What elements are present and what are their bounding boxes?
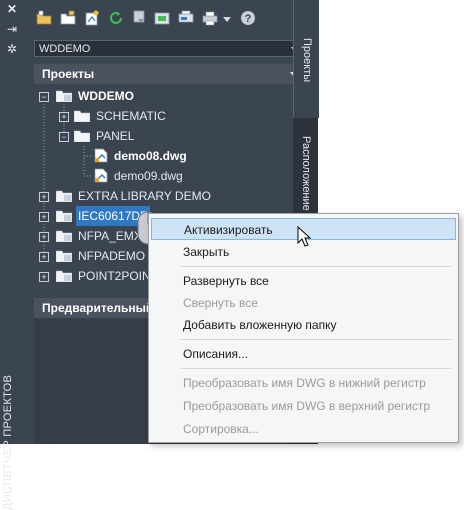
print-icon[interactable] <box>202 10 218 26</box>
tree-item-demo08[interactable]: demo08.dwg <box>34 146 294 166</box>
tree-item-wddemo[interactable]: − WDDEMO <box>34 86 294 106</box>
folder-open-icon <box>74 130 90 142</box>
drawing-file-icon <box>94 148 108 163</box>
expand-icon[interactable]: + <box>39 192 49 202</box>
menu-item-label: Добавить вложенную папку <box>183 318 337 332</box>
expand-icon[interactable]: + <box>39 252 49 262</box>
dropdown-icon[interactable] <box>222 10 232 26</box>
menu-item-expand-all[interactable]: Развернуть все <box>151 270 456 292</box>
publish-icon[interactable] <box>132 10 148 26</box>
menu-item-label: Преобразовать имя DWG в верхний регистр <box>183 399 431 413</box>
tree-item-label: SCHEMATIC <box>96 109 166 123</box>
tree-item-label: PANEL <box>96 129 135 143</box>
tree-item-label: NFPA_EMX <box>78 229 142 243</box>
menu-item-label: Описания... <box>183 347 249 361</box>
new-drawing-icon[interactable] <box>84 10 100 26</box>
project-folder-icon <box>56 270 72 282</box>
tree-item-schematic[interactable]: + SCHEMATIC <box>34 106 294 126</box>
pointer-cursor-icon <box>297 226 311 247</box>
open-project-icon[interactable] <box>36 10 52 26</box>
menu-item-descriptions[interactable]: Описания... <box>151 343 456 365</box>
projects-section-label: Проекты <box>42 67 95 81</box>
close-icon[interactable]: ✕ <box>0 3 24 15</box>
project-folder-icon <box>56 90 72 102</box>
drawing-file-icon <box>94 168 108 183</box>
collapse-icon[interactable]: − <box>59 132 69 142</box>
project-folder-icon <box>56 250 72 262</box>
tab-projects[interactable]: Проекты <box>293 0 319 118</box>
expand-icon[interactable]: + <box>59 112 69 122</box>
project-folder-icon <box>56 210 72 222</box>
preview-section-label: Предварительный <box>42 301 154 315</box>
settings-icon[interactable]: ✲ <box>0 43 24 55</box>
collapse-icon[interactable]: − <box>39 92 49 102</box>
expand-icon[interactable]: + <box>39 272 49 282</box>
menu-item-label: Свернуть все <box>183 296 258 310</box>
tab-projects-label: Проекты <box>301 38 313 83</box>
tree-item-label: demo09.dwg <box>114 169 183 183</box>
tree-item-extra-library-demo[interactable]: + EXTRA LIBRARY DEMO <box>34 186 294 206</box>
menu-item-label: Активизировать <box>184 223 273 237</box>
pin-icon[interactable]: ⇥ <box>0 23 24 35</box>
svg-text:?: ? <box>245 13 252 25</box>
toolbar: ? <box>24 0 294 36</box>
menu-item-label: Преобразовать имя DWG в нижний регистр <box>183 376 426 390</box>
current-project-dropdown[interactable]: WDDEMO <box>34 40 304 57</box>
palette-title: ДИСПЕТЧЕР ПРОЕКТОВ <box>2 374 14 510</box>
menu-item-sort[interactable]: Сортировка... <box>151 418 456 440</box>
tree-item-label: EXTRA LIBRARY DEMO <box>78 189 211 203</box>
refresh-icon[interactable] <box>108 10 124 26</box>
menu-item-label: Закрыть <box>183 245 230 259</box>
expand-icon[interactable]: + <box>39 232 49 242</box>
menu-item-dwg-uppercase[interactable]: Преобразовать имя DWG в верхний регистр <box>151 395 456 417</box>
tree-item-label: demo08.dwg <box>114 149 187 163</box>
menu-item-add-subfolder[interactable]: Добавить вложенную папку <box>151 314 456 336</box>
project-tasks-icon[interactable] <box>154 10 170 26</box>
help-icon[interactable]: ? <box>240 10 256 26</box>
folder-icon <box>74 110 90 122</box>
menu-item-label: Сортировка... <box>183 422 259 436</box>
tree-item-demo09[interactable]: demo09.dwg <box>34 166 294 186</box>
menu-item-label: Развернуть все <box>183 274 269 288</box>
menu-separator <box>181 368 451 369</box>
tree-item-label: NFPADEMO <box>78 249 146 263</box>
plot-icon[interactable] <box>178 10 194 26</box>
projects-section-header[interactable]: Проекты <box>34 64 304 84</box>
menu-item-dwg-lowercase[interactable]: Преобразовать имя DWG в нижний регистр <box>151 372 456 394</box>
project-folder-icon <box>56 190 72 202</box>
tree-item-label: POINT2POINT <box>78 269 159 283</box>
tab-location-label: Расположение <box>300 136 312 211</box>
tree-item-label: WDDEMO <box>78 89 134 103</box>
project-folder-icon <box>56 230 72 242</box>
menu-separator <box>181 266 451 267</box>
tree-item-panel[interactable]: − PANEL <box>34 126 294 146</box>
menu-item-collapse-all[interactable]: Свернуть все <box>151 292 456 314</box>
palette-title-strip: ✕ ⇥ ✲ ДИСПЕТЧЕР ПРОЕКТОВ <box>0 0 24 510</box>
menu-separator <box>181 339 451 340</box>
current-project-value: WDDEMO <box>39 43 91 55</box>
new-project-icon[interactable] <box>60 10 76 26</box>
expand-icon[interactable]: + <box>39 212 49 222</box>
